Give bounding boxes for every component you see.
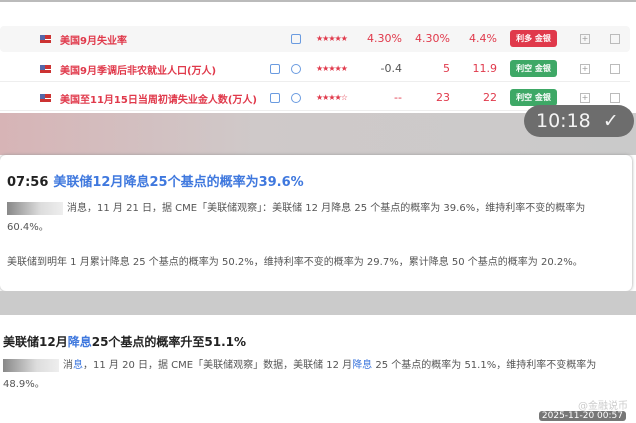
cube-icon[interactable] [291, 34, 301, 44]
title-text: 25个基点的概率升至51.1% [91, 335, 247, 349]
blurred-background [0, 291, 636, 315]
keyword-link[interactable]: 息 [73, 360, 83, 371]
actual-value: 11.9 [472, 62, 498, 75]
text: ，11 月 20 日，据 CME「美联储观察」数据，美联储 12 月 [83, 360, 353, 371]
actual-value: 4.4% [469, 32, 497, 45]
us-flag-icon [40, 35, 51, 43]
chart-icon[interactable] [610, 64, 620, 74]
table-row[interactable]: 美国9月失业率 ★★★★★ 4.30% 4.30% 4.4% 利多 金银 + [0, 26, 630, 52]
keyword-link[interactable]: 降息 [352, 360, 372, 371]
news-headline[interactable]: 07:56 美联储12月降息25个基点的概率为39.6% [7, 171, 304, 190]
message-time-pill: 10:18 ✓ [524, 105, 634, 137]
forecast-value: 23 [436, 91, 450, 104]
add-icon[interactable]: + [580, 34, 590, 44]
previous-value: -- [394, 91, 402, 104]
event-name: 美国9月失业率 [60, 36, 127, 47]
previous-value: 4.30% [367, 32, 402, 45]
cube-icon[interactable] [270, 64, 280, 74]
event-name: 美国至11月15日当周初请失业金人数(万人) [60, 95, 257, 106]
previous-value: -0.4 [380, 62, 402, 75]
us-flag-icon [40, 94, 51, 102]
event-name: 美国9月季调后非农就业人口(万人) [60, 66, 217, 77]
importance-stars: ★★★★☆ [316, 93, 348, 102]
target-icon[interactable] [291, 64, 301, 74]
keyword-link[interactable]: 降息 [68, 335, 92, 349]
target-icon[interactable] [291, 93, 301, 103]
timestamp: 2025-11-20 00:57 [538, 411, 626, 421]
news-paragraph: 美联储到明年 1 月累计降息 25 个基点的概率为 50.2%，维持利率不变的概… [7, 257, 583, 268]
message-time: 10:18 [536, 110, 591, 132]
forecast-value: 5 [443, 62, 450, 75]
economic-calendar: 美国9月失业率 ★★★★★ 4.30% 4.30% 4.4% 利多 金银 + 美… [0, 0, 636, 115]
forecast-value: 4.30% [415, 32, 450, 45]
title-text: 美联储12月 [3, 335, 68, 349]
divider [0, 0, 636, 2]
impact-badge: 利多 金银 [510, 30, 557, 47]
add-icon[interactable]: + [580, 64, 590, 74]
article-title[interactable]: 美联储12月降息25个基点的概率升至51.1% [3, 333, 246, 350]
cube-icon[interactable] [270, 93, 280, 103]
watermark: @金融说币 [578, 401, 628, 412]
impact-badge: 利空 金银 [510, 89, 557, 106]
table-row[interactable]: 美国9月季调后非农就业人口(万人) ★★★★★ -0.4 5 11.9 利空 金… [0, 56, 630, 82]
importance-stars: ★★★★★ [316, 64, 348, 73]
us-flag-icon [40, 65, 51, 73]
chart-icon[interactable] [610, 93, 620, 103]
news-title[interactable]: 美联储12月降息25个基点的概率为39.6% [53, 175, 303, 190]
check-icon: ✓ [602, 110, 619, 132]
redacted-source [3, 358, 59, 372]
actual-value: 22 [483, 91, 497, 104]
importance-stars: ★★★★★ [316, 34, 348, 43]
add-icon[interactable]: + [580, 93, 590, 103]
article-paragraph: 消息，11 月 20 日，据 CME「美联储观察」数据，美联储 12 月降息 2… [3, 356, 623, 394]
redacted-source [7, 201, 63, 215]
news-card[interactable]: 07:56 美联储12月降息25个基点的概率为39.6% 消息，11 月 21 日… [0, 155, 632, 291]
impact-badge: 利空 金银 [510, 60, 557, 77]
chart-icon[interactable] [610, 34, 620, 44]
news-text: 消息，11 月 21 日，据 CME「美联储观察」：美联储 12 月降息 25 … [7, 203, 586, 233]
text: 消 [63, 360, 73, 371]
news-paragraph: 消息，11 月 21 日，据 CME「美联储观察」：美联储 12 月降息 25 … [7, 199, 622, 237]
news-time: 07:56 [7, 175, 49, 190]
